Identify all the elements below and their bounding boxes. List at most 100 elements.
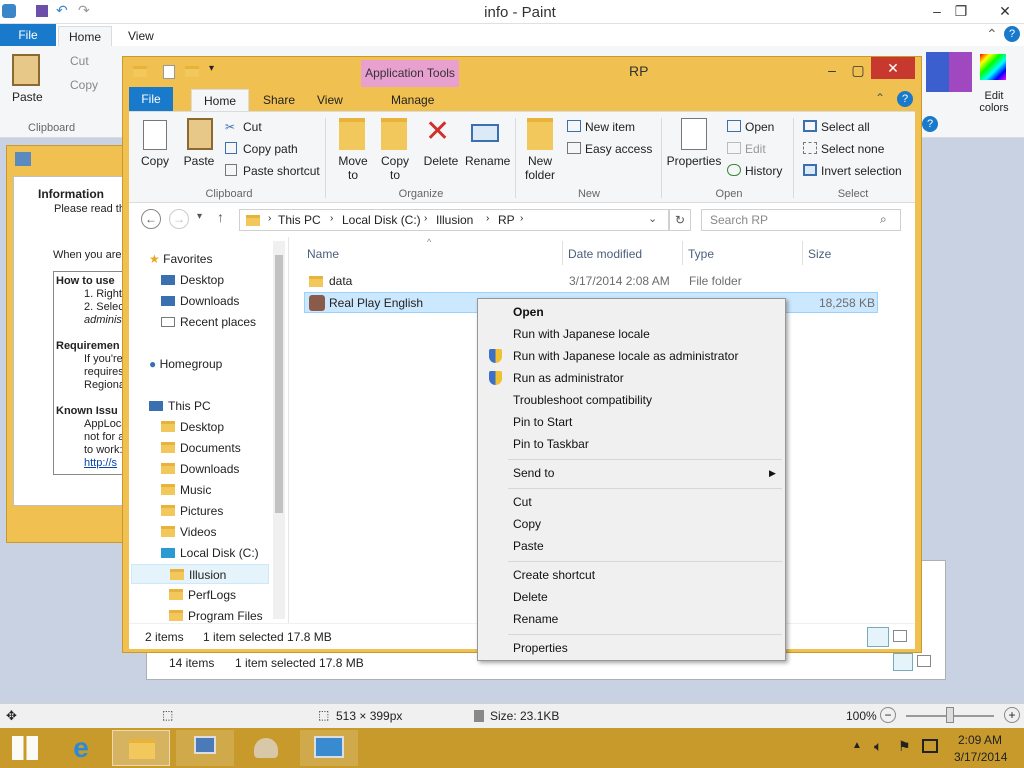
- nav-this-pc[interactable]: This PC: [149, 396, 287, 416]
- edit-colors-icon[interactable]: [980, 54, 1006, 80]
- nav-scrollbar-thumb[interactable]: [275, 255, 283, 513]
- menu-item-pin-start[interactable]: Pin to Start: [481, 411, 782, 433]
- copy-path-button[interactable]: Copy path: [243, 142, 298, 156]
- flag-icon[interactable]: ⚑: [898, 738, 911, 755]
- zoom-slider-thumb[interactable]: [946, 707, 954, 723]
- edit-colors-button[interactable]: Edit colors: [976, 90, 1012, 114]
- delete-icon[interactable]: ✕: [425, 114, 450, 150]
- column-header-type[interactable]: Type: [688, 247, 714, 261]
- up-button[interactable]: ↑: [217, 209, 224, 225]
- remote-app-icon[interactable]: [176, 730, 234, 766]
- file-explorer-icon[interactable]: [112, 730, 170, 766]
- help-icon[interactable]: ?: [922, 116, 938, 132]
- details-view-icon[interactable]: [893, 653, 913, 671]
- new-folder-button[interactable]: New folder: [519, 154, 561, 182]
- menu-item-rename[interactable]: Rename: [481, 608, 782, 630]
- cut-button[interactable]: Cut: [70, 54, 89, 68]
- menu-item-run-japanese-admin[interactable]: Run with Japanese locale as administrato…: [481, 345, 782, 367]
- invert-selection-button[interactable]: Invert selection: [821, 164, 902, 178]
- paste-shortcut-button[interactable]: Paste shortcut: [243, 164, 320, 178]
- details-view-icon[interactable]: [867, 627, 889, 647]
- paste-button[interactable]: Paste: [181, 154, 217, 168]
- clock-date[interactable]: 3/17/2014: [954, 750, 1007, 764]
- rename-button[interactable]: Rename: [465, 154, 510, 168]
- paste-button[interactable]: Paste: [12, 90, 43, 104]
- tab-home[interactable]: Home: [58, 26, 113, 46]
- properties-icon[interactable]: [681, 118, 707, 150]
- help-icon[interactable]: ?: [1004, 26, 1020, 42]
- copy-button[interactable]: Copy: [137, 154, 173, 168]
- large-icons-view-icon[interactable]: [893, 630, 907, 642]
- tab-file[interactable]: File: [0, 24, 56, 46]
- windows-start-icon[interactable]: [12, 736, 38, 760]
- rename-icon[interactable]: [471, 124, 499, 142]
- column-header-date[interactable]: Date modified: [568, 247, 642, 261]
- paint-icon[interactable]: [236, 730, 294, 766]
- column-header-size[interactable]: Size: [808, 247, 831, 261]
- control-panel-icon[interactable]: [300, 730, 358, 766]
- new-folder-icon[interactable]: [185, 65, 204, 79]
- refresh-button[interactable]: ↻: [669, 209, 691, 231]
- volume-icon[interactable]: 🔈︎: [874, 738, 882, 755]
- new-item-button[interactable]: New item: [585, 120, 635, 134]
- menu-item-paste[interactable]: Paste: [481, 535, 782, 557]
- menu-item-run-japanese[interactable]: Run with Japanese locale: [481, 323, 782, 345]
- copy-button[interactable]: Copy: [70, 78, 98, 92]
- properties-icon[interactable]: [163, 65, 175, 79]
- tab-home[interactable]: Home: [191, 89, 250, 111]
- menu-item-cut[interactable]: Cut: [481, 491, 782, 513]
- easy-access-button[interactable]: Easy access: [585, 142, 652, 156]
- search-box[interactable]: Search RP ⌕: [701, 209, 901, 231]
- menu-item-run-as-admin[interactable]: Run as administrator: [481, 367, 782, 389]
- move-to-icon[interactable]: [339, 118, 365, 150]
- show-hidden-icons[interactable]: ▲: [852, 740, 862, 751]
- search-icon[interactable]: ⌕: [880, 212, 887, 227]
- internet-explorer-icon[interactable]: e: [52, 730, 110, 766]
- tab-view[interactable]: View: [305, 89, 355, 111]
- breadcrumb-illusion[interactable]: Illusion: [436, 213, 473, 227]
- zoom-out-button[interactable]: −: [880, 707, 896, 723]
- close-button[interactable]: ✕: [990, 0, 1020, 22]
- nav-favorites[interactable]: ★ Favorites: [149, 249, 287, 269]
- menu-item-troubleshoot[interactable]: Troubleshoot compatibility: [481, 389, 782, 411]
- paste-icon[interactable]: [12, 54, 40, 86]
- back-button[interactable]: ←: [141, 209, 161, 229]
- history-button[interactable]: History: [745, 164, 782, 178]
- copy-to-icon[interactable]: [381, 118, 407, 150]
- help-icon[interactable]: ?: [897, 91, 913, 107]
- address-bar[interactable]: › This PC › Local Disk (C:) › Illusion ›…: [239, 209, 669, 231]
- color-palette[interactable]: [926, 52, 972, 92]
- tab-file[interactable]: File: [129, 87, 173, 111]
- menu-item-open[interactable]: Open: [481, 301, 782, 323]
- forward-button[interactable]: →: [169, 209, 189, 229]
- breadcrumb-local-disk[interactable]: Local Disk (C:): [342, 213, 421, 227]
- open-button[interactable]: Open: [745, 120, 774, 134]
- select-all-button[interactable]: Select all: [821, 120, 870, 134]
- collapse-ribbon-icon[interactable]: ⌃: [875, 91, 885, 105]
- recent-locations-icon[interactable]: ▾: [197, 211, 202, 222]
- tab-share[interactable]: Share: [251, 89, 307, 111]
- menu-item-copy[interactable]: Copy: [481, 513, 782, 535]
- clock-time[interactable]: 2:09 AM: [958, 733, 1002, 747]
- nav-perflogs[interactable]: PerfLogs: [169, 585, 307, 605]
- maximize-button[interactable]: ❐: [946, 0, 976, 22]
- network-icon[interactable]: [922, 739, 938, 753]
- menu-item-send-to[interactable]: Send to ▶: [481, 462, 782, 484]
- properties-button[interactable]: Properties: [665, 154, 723, 168]
- copy-icon[interactable]: [143, 120, 167, 150]
- menu-item-properties[interactable]: Properties: [481, 637, 782, 659]
- close-button[interactable]: ✕: [871, 57, 915, 79]
- address-dropdown-icon[interactable]: ⌄: [648, 212, 657, 225]
- move-to-button[interactable]: Move to: [333, 154, 373, 182]
- table-row[interactable]: data 3/17/2014 2:08 AM File folder: [303, 271, 879, 291]
- select-none-button[interactable]: Select none: [821, 142, 884, 156]
- menu-item-delete[interactable]: Delete: [481, 586, 782, 608]
- zoom-in-button[interactable]: +: [1004, 707, 1020, 723]
- delete-button[interactable]: Delete: [421, 154, 461, 168]
- tab-view[interactable]: View: [118, 26, 164, 46]
- cut-button[interactable]: Cut: [243, 120, 262, 134]
- copy-to-button[interactable]: Copy to: [375, 154, 415, 182]
- new-folder-icon[interactable]: [527, 118, 553, 150]
- large-icons-view-icon[interactable]: [917, 655, 931, 667]
- customize-toolbar-icon[interactable]: ▾: [209, 63, 214, 74]
